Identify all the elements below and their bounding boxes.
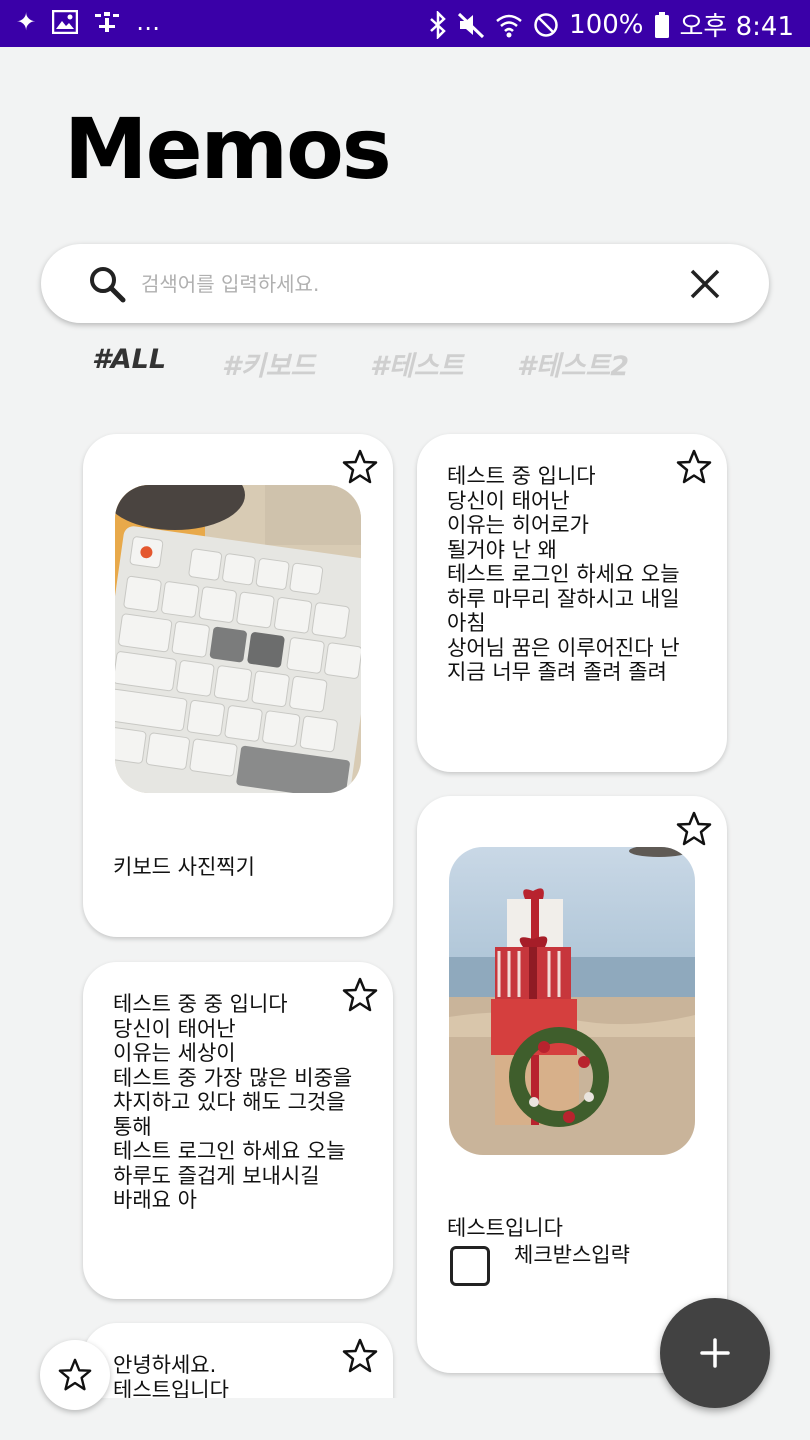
memo-checkbox[interactable] [450, 1246, 490, 1286]
battery-percent: 100% [569, 9, 644, 40]
wifi-icon [496, 14, 522, 37]
keyboard-photo [115, 485, 361, 793]
star-icon [58, 1358, 92, 1391]
star-icon[interactable] [341, 1337, 379, 1375]
tag-keyboard[interactable]: #키보드 [222, 344, 315, 383]
gift-beach-photo [449, 847, 695, 1155]
list-bottom-edge [0, 1398, 810, 1440]
tag-all[interactable]: #ALL [92, 344, 166, 375]
sparkle-icon: ✦ [16, 8, 37, 36]
bluetooth-icon [430, 10, 446, 39]
memo-card[interactable]: 키보드 사진찍기 [83, 434, 393, 937]
memo-text: 테스트입니다 [447, 1216, 563, 1240]
memo-card[interactable]: 테스트 중 입니다 당신이 태어난 이유는 히어로가 될거야 난 왜 테스트 로… [417, 434, 727, 772]
search-input[interactable] [141, 264, 661, 304]
clear-search-button[interactable] [687, 266, 723, 302]
tag-test2[interactable]: #테스트2 [517, 344, 629, 383]
page-title: Memos [64, 100, 392, 198]
plus-icon [700, 1338, 730, 1368]
star-icon[interactable] [675, 810, 713, 848]
star-icon[interactable] [675, 448, 713, 486]
star-icon[interactable] [341, 448, 379, 486]
checkbox-label: 체크받스입략 [514, 1243, 630, 1267]
status-bar: ✦ … 100% 오후 8:41 [0, 0, 810, 47]
memo-text: 안녕하세요. 테스트입니다 [113, 1353, 229, 1402]
status-left-icons: ✦ … [16, 8, 160, 36]
accessibility-icon [95, 12, 120, 32]
memo-text: 키보드 사진찍기 [113, 855, 255, 879]
tag-test[interactable]: #테스트 [370, 344, 463, 383]
search-bar [41, 244, 769, 323]
add-memo-button[interactable] [660, 1298, 770, 1408]
battery-icon [654, 11, 669, 38]
more-dots: … [136, 8, 161, 36]
memo-card[interactable]: 테스트입니다 체크받스입략 [417, 796, 727, 1373]
gallery-icon [52, 10, 79, 34]
block-icon [534, 12, 558, 37]
search-icon [90, 267, 126, 303]
memo-card[interactable]: 테스트 중 중 입니다 당신이 태어난 이유는 세상이 테스트 중 가장 많은 … [83, 962, 393, 1299]
memo-text: 테스트 중 입니다 당신이 태어난 이유는 히어로가 될거야 난 왜 테스트 로… [447, 464, 680, 684]
favorites-filter-button[interactable] [40, 1340, 110, 1410]
mute-icon [458, 12, 485, 38]
memo-text: 테스트 중 중 입니다 당신이 태어난 이유는 세상이 테스트 중 가장 많은 … [113, 992, 353, 1212]
status-right-icons: 100% 오후 8:41 [429, 6, 794, 43]
status-time: 오후 8:41 [679, 12, 795, 42]
